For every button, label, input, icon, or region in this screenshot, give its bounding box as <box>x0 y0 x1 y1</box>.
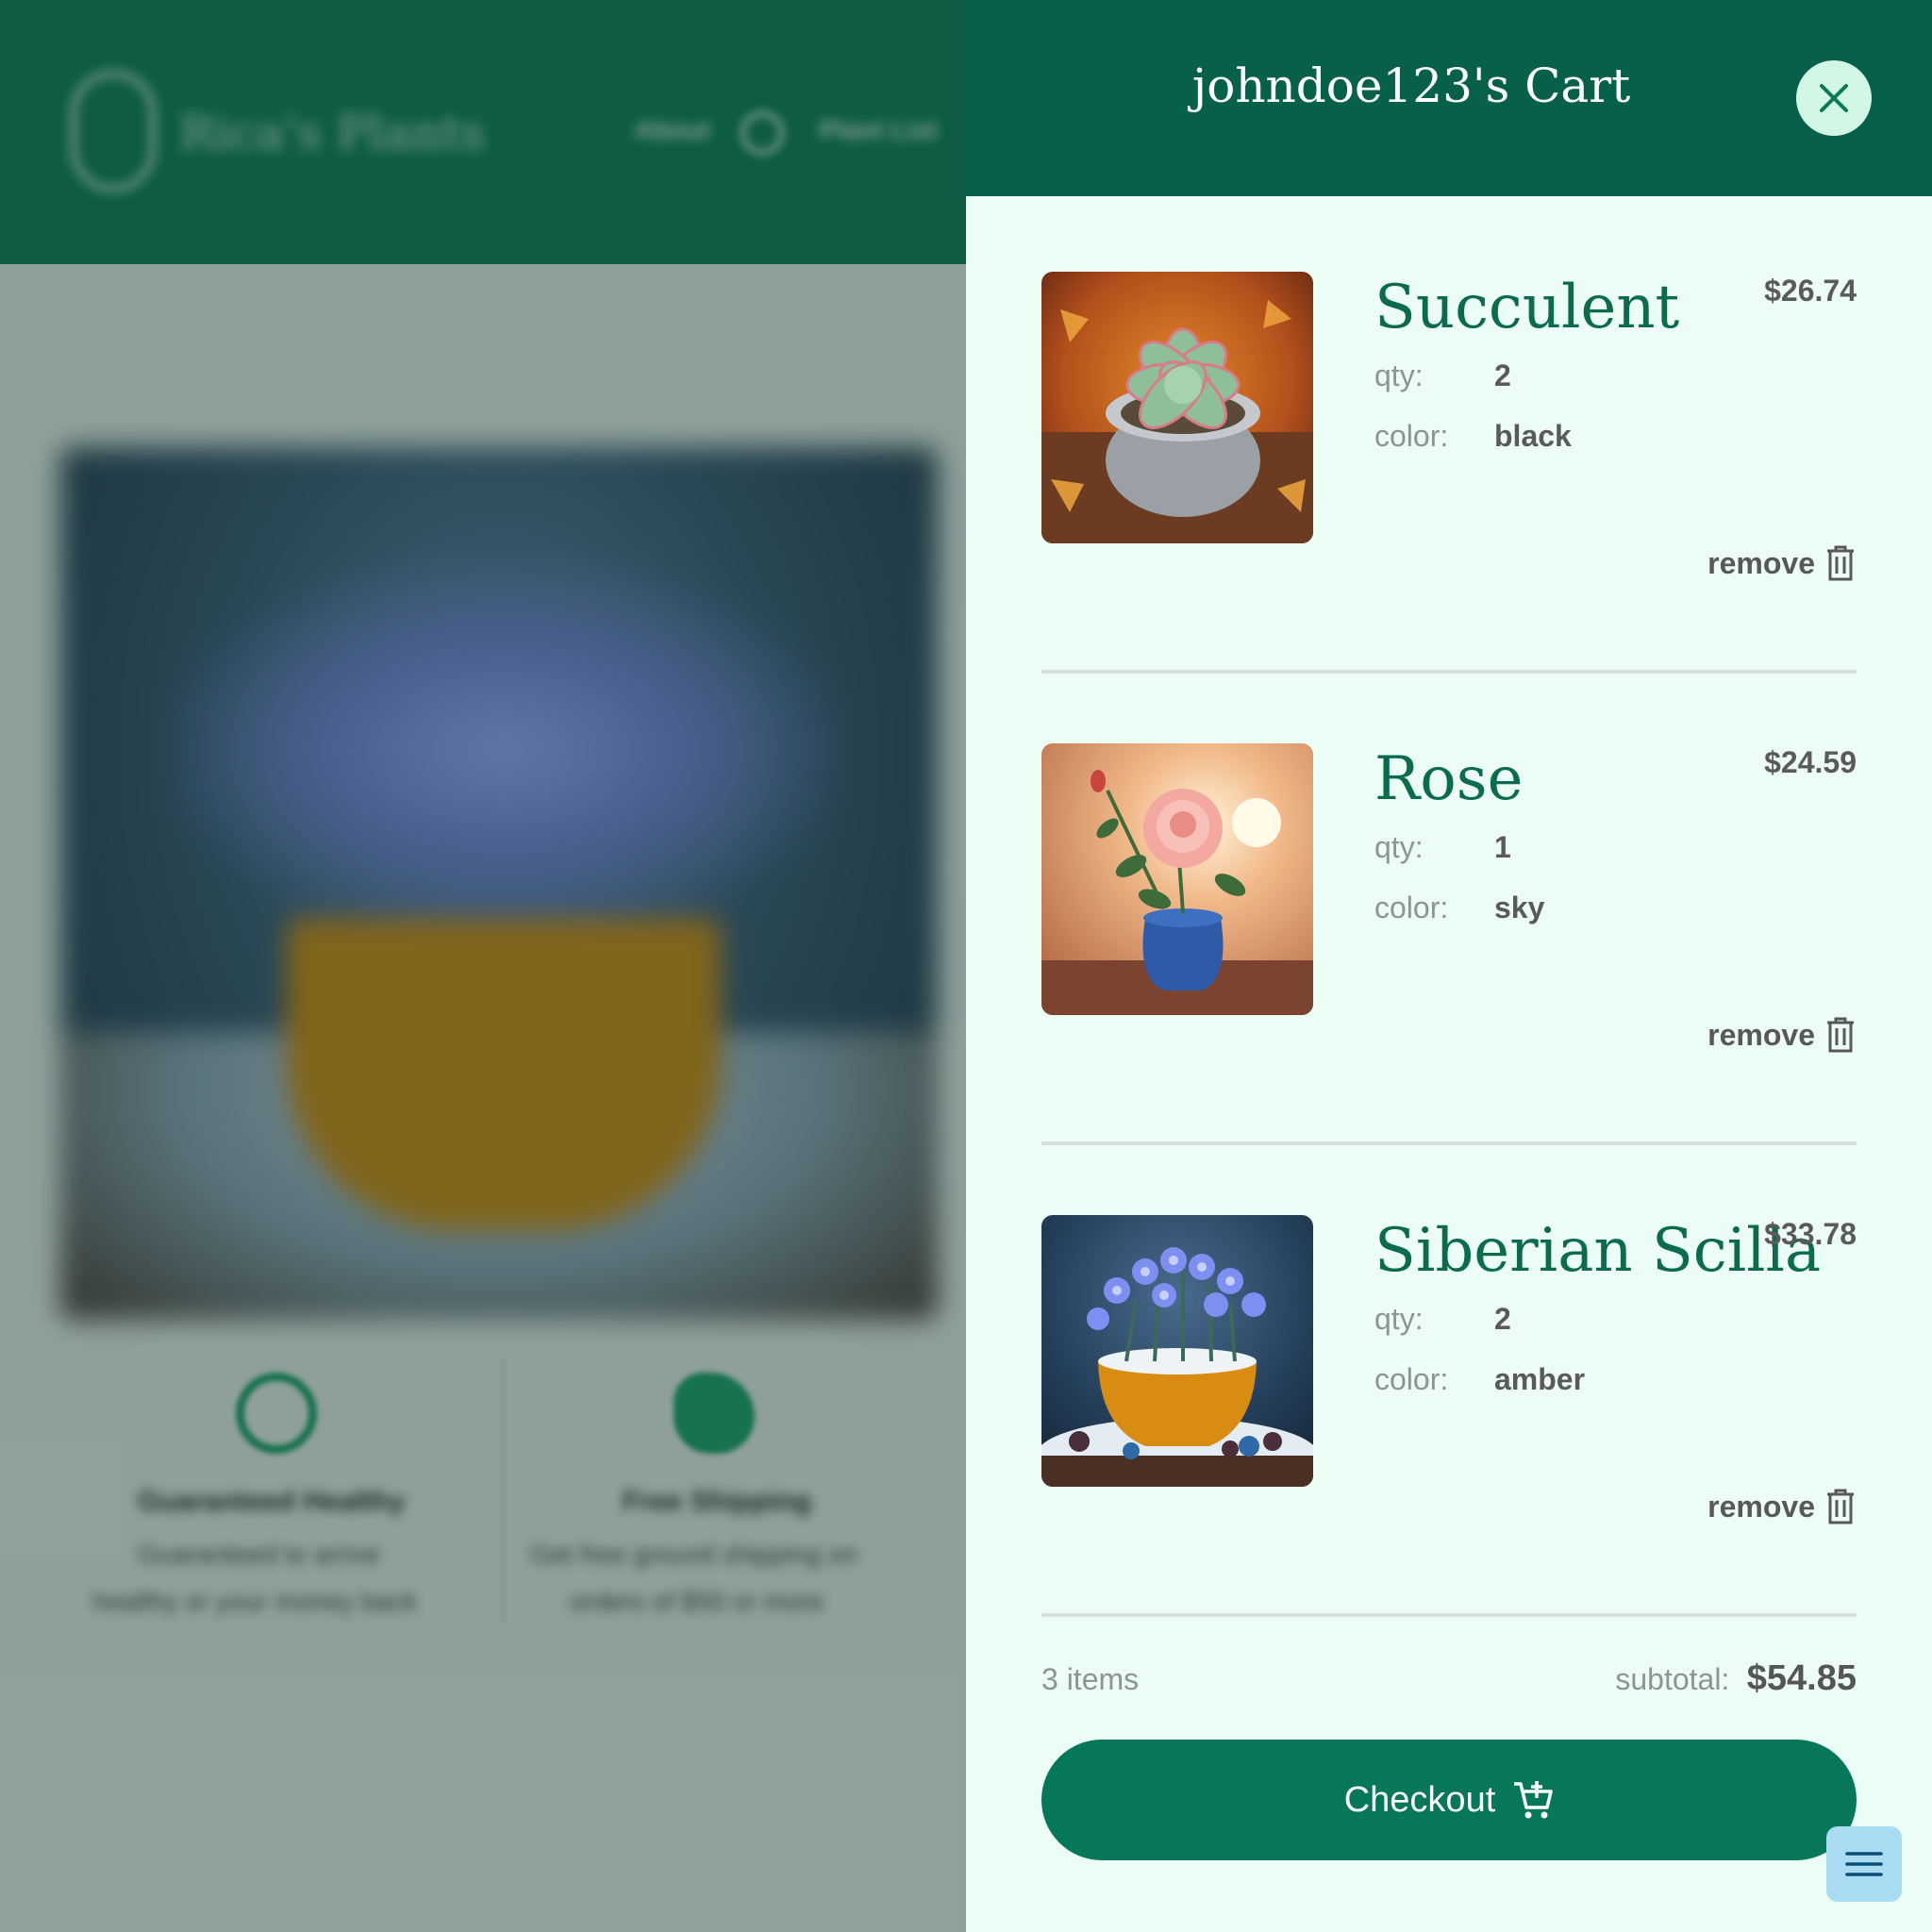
remove-label: remove <box>1707 1489 1815 1524</box>
qty-label: qty: <box>1374 358 1424 392</box>
remove-label: remove <box>1707 1017 1815 1052</box>
remove-button[interactable]: remove <box>1707 1489 1857 1524</box>
trash-icon <box>1827 545 1854 581</box>
color-label: color: <box>1374 891 1449 924</box>
product-image-succulent <box>1041 272 1313 543</box>
qty-value: 1 <box>1494 830 1511 864</box>
item-name: Siberian Scilla <box>1374 1216 1822 1286</box>
subtotal: subtotal: $54.85 <box>1615 1658 1857 1699</box>
color-value: amber <box>1494 1362 1586 1396</box>
item-divider <box>1041 1613 1857 1617</box>
item-count: 3 items <box>1041 1662 1140 1696</box>
subtotal-value: $54.85 <box>1746 1658 1857 1698</box>
item-price: $33.78 <box>1764 1217 1857 1251</box>
qty-value: 2 <box>1494 1302 1511 1336</box>
menu-button[interactable] <box>1826 1826 1902 1902</box>
cart-header: johndoe123's Cart <box>966 0 1932 196</box>
cart-drawer: johndoe123's Cart Succulent $26.74 qty: … <box>966 0 1932 1932</box>
item-divider <box>1041 670 1857 674</box>
color-value: black <box>1494 419 1572 453</box>
color-value: sky <box>1494 891 1545 924</box>
cart-item: Succulent $26.74 qty: 2 color: black rem… <box>1041 272 1857 743</box>
cart-item: Rose $24.59 qty: 1 color: sky remove <box>1041 743 1857 1215</box>
cart-item: Siberian Scilla $33.78 qty: 2 color: amb… <box>1041 1215 1857 1687</box>
close-button[interactable] <box>1796 60 1872 136</box>
trash-icon <box>1827 1017 1854 1053</box>
item-name: Succulent <box>1374 273 1680 342</box>
color-label: color: <box>1374 1362 1449 1396</box>
product-image-siberian-scilla <box>1041 1215 1313 1487</box>
color-label: color: <box>1374 419 1449 453</box>
cart-icon <box>1514 1781 1554 1819</box>
checkout-button[interactable]: Checkout <box>1041 1740 1857 1860</box>
modal-overlay[interactable] <box>0 0 966 1932</box>
subtotal-label: subtotal: <box>1615 1662 1730 1696</box>
qty-value: 2 <box>1494 358 1511 392</box>
cart-title: johndoe123's Cart <box>1191 58 1631 113</box>
item-price: $26.74 <box>1764 274 1857 308</box>
item-divider <box>1041 1141 1857 1145</box>
qty-label: qty: <box>1374 1302 1424 1336</box>
item-name: Rose <box>1374 744 1524 814</box>
close-icon <box>1820 84 1848 112</box>
product-image-rose <box>1041 743 1313 1015</box>
checkout-label: Checkout <box>1343 1779 1496 1820</box>
remove-button[interactable]: remove <box>1707 545 1857 581</box>
remove-button[interactable]: remove <box>1707 1017 1857 1053</box>
trash-icon <box>1827 1489 1854 1524</box>
remove-label: remove <box>1707 545 1815 580</box>
item-price: $24.59 <box>1764 745 1857 779</box>
menu-icon <box>1845 1852 1883 1876</box>
qty-label: qty: <box>1374 830 1424 864</box>
